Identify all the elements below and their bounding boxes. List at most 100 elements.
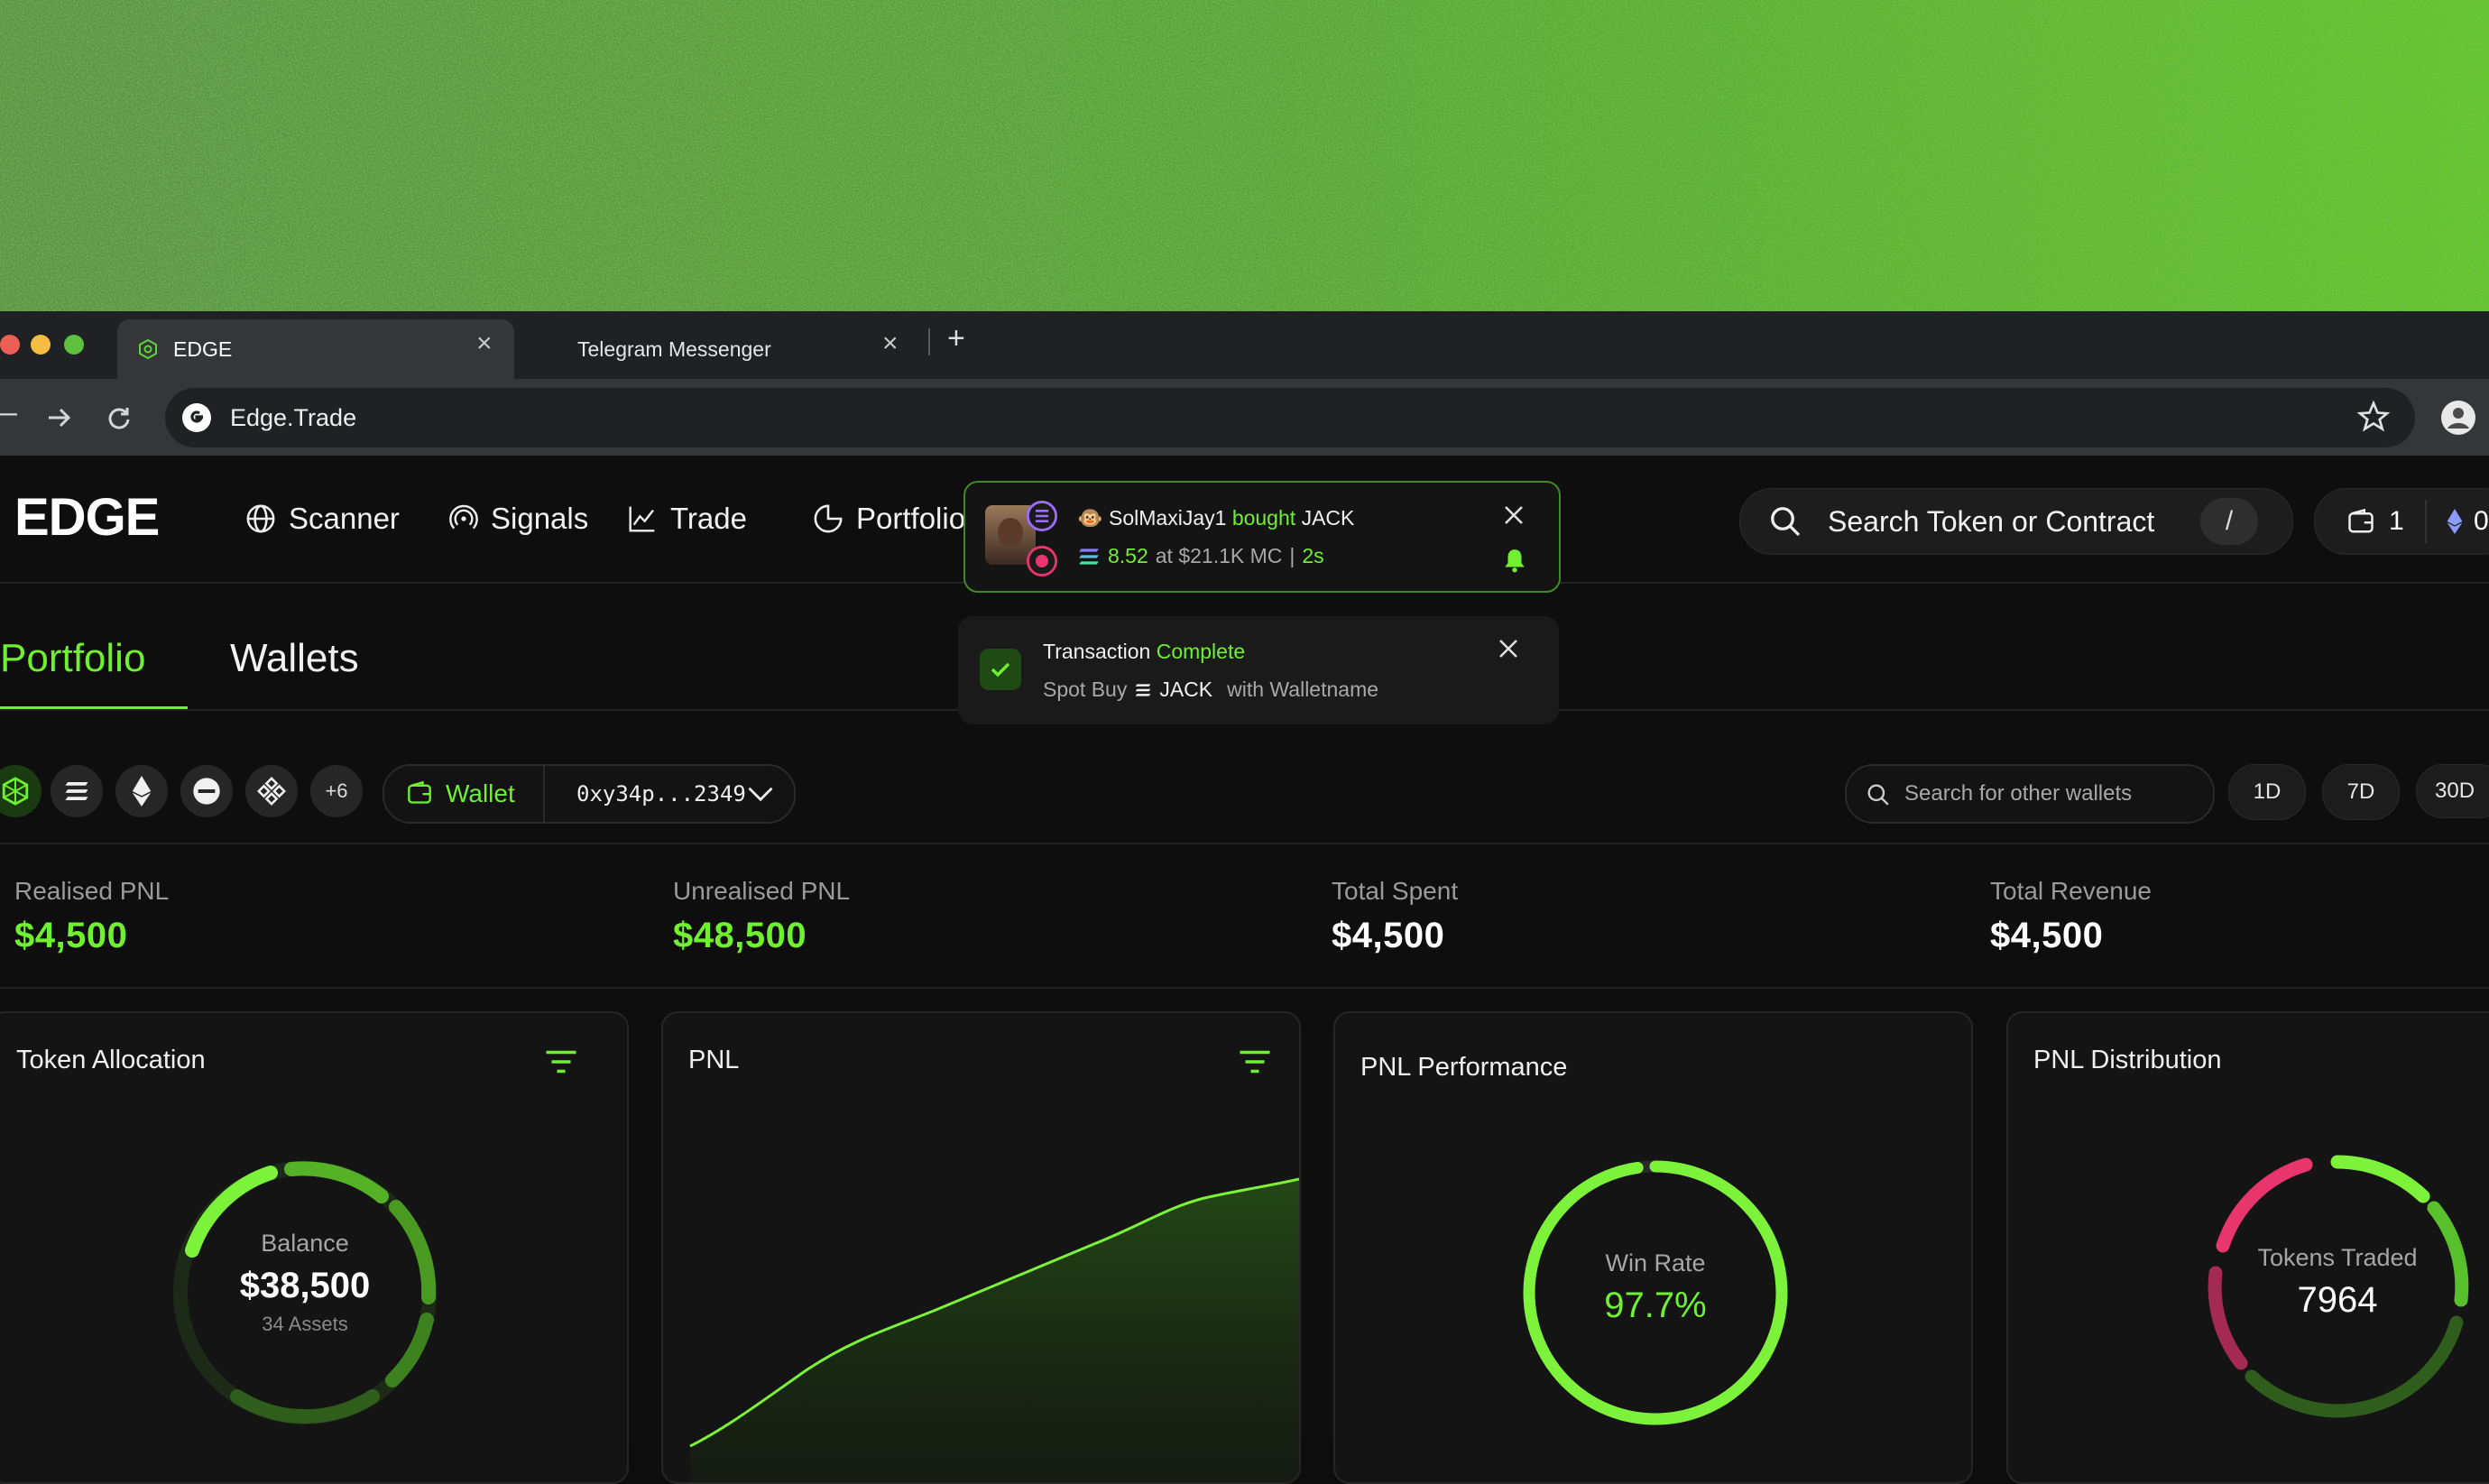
filters-divider	[0, 843, 2489, 844]
signal-icon	[449, 504, 478, 530]
success-check-icon	[980, 649, 1021, 690]
nav-scanner[interactable]: Scanner	[245, 496, 400, 541]
solana-icon	[1079, 548, 1099, 565]
nav-signals[interactable]: Signals	[449, 496, 588, 541]
reload-icon[interactable]	[106, 405, 132, 430]
stat-label-realised: Realised PNL	[14, 877, 170, 905]
timeframe-30d[interactable]: 30D	[2416, 764, 2489, 818]
token-search-input[interactable]: Search Token or Contract /	[1739, 488, 2293, 555]
logo[interactable]: EDGE	[14, 487, 160, 548]
stat-value-unrealised: $48,500	[673, 916, 807, 955]
pnl-area-chart	[689, 1177, 1299, 1482]
chain-filter-bnb[interactable]	[245, 765, 298, 817]
close-tab-icon[interactable]: ×	[476, 328, 493, 359]
transaction-title: Transaction Complete	[1043, 640, 1245, 664]
transaction-detail: Spot Buy JACK with Walletname	[1043, 677, 1378, 702]
bell-icon[interactable]	[1503, 548, 1526, 573]
trade-age: 2s	[1302, 544, 1324, 567]
card-pnl-distribution: PNL Distribution Tokens Traded 7964	[2006, 1011, 2489, 1484]
trade-token: JACK	[1301, 506, 1355, 530]
card-title: PNL Distribution	[2033, 1046, 2222, 1074]
donut-center-label: Tokens Traded	[2257, 1244, 2418, 1271]
tab-portfolio[interactable]: Portfolio	[0, 636, 145, 681]
close-window-button[interactable]	[0, 335, 20, 355]
stat-value-total-spent: $4,500	[1332, 916, 1445, 955]
stat-value-total-revenue: $4,500	[1990, 916, 2104, 955]
pump-badge-icon	[1027, 546, 1057, 576]
wallet-filter-label: Wallet	[446, 779, 515, 807]
wallet-filter[interactable]: Wallet 0xy34p...2349	[383, 764, 796, 824]
browser-tab-edge[interactable]: EDGE ×	[117, 319, 514, 379]
wallet-count: 1	[2389, 506, 2404, 536]
chain-filter-solana[interactable]	[51, 765, 103, 817]
transaction-token: JACK	[1159, 677, 1213, 701]
wallet-search-input[interactable]: Search for other wallets	[1845, 764, 2215, 824]
browser-tab-telegram[interactable]: Telegram Messenger ×	[532, 319, 911, 379]
timeframe-1d[interactable]: 1D	[2228, 764, 2306, 820]
chevron-down-icon	[748, 787, 773, 802]
solana-icon	[1136, 683, 1151, 696]
wallet-icon	[2348, 508, 2374, 533]
transaction-notification[interactable]: Transaction Complete Spot Buy JACK with …	[958, 616, 1559, 724]
transaction-status: Complete	[1156, 640, 1246, 663]
edge-icon	[2, 777, 29, 806]
minimize-window-button[interactable]	[31, 335, 51, 355]
solana-icon	[65, 782, 88, 800]
stat-label-total-spent: Total Spent	[1332, 877, 1459, 905]
transaction-type: Spot Buy	[1043, 677, 1128, 701]
chain-filter-minus[interactable]	[180, 765, 233, 817]
nav-label: Signals	[491, 502, 589, 535]
tab-title: Telegram Messenger	[577, 336, 771, 361]
portfolio-icon	[814, 504, 843, 533]
donut-center-value: 7964	[2297, 1280, 2378, 1320]
stat-label-unrealised: Unrealised PNL	[673, 877, 851, 905]
donut-center-label: Balance	[261, 1230, 349, 1257]
ring-center-value: 97.7%	[1604, 1286, 1707, 1325]
trade-chart-icon	[629, 506, 655, 532]
trade-notification[interactable]: 🐵 SolMaxiJay1 bought JACK 8.52 at $21.1K…	[963, 481, 1561, 593]
trade-mc: at $21.1K MC	[1155, 544, 1283, 567]
close-tab-icon[interactable]: ×	[882, 328, 899, 359]
card-title: Token Allocation	[16, 1046, 206, 1074]
filter-icon[interactable]	[545, 1049, 577, 1074]
transaction-title-prefix: Transaction	[1043, 640, 1151, 663]
forward-icon[interactable]	[47, 407, 72, 429]
close-icon[interactable]	[1503, 504, 1525, 526]
search-shortcut-badge: /	[2200, 498, 2258, 545]
card-token-allocation: Token Allocation Balance $38,500 34 Asse…	[0, 1011, 629, 1484]
wallet-selector[interactable]: 1 0	[2314, 488, 2489, 555]
new-tab-button[interactable]: +	[947, 321, 965, 356]
profile-avatar-icon[interactable]	[2440, 400, 2476, 436]
search-icon	[1867, 784, 1889, 806]
wallet-divider	[2425, 500, 2427, 543]
wallet-search-placeholder: Search for other wallets	[1904, 781, 2133, 806]
wallet-icon	[408, 780, 431, 804]
address-bar[interactable]: Edge.Trade	[165, 388, 2415, 447]
ethereum-icon	[132, 776, 152, 807]
transaction-wallet: with Walletname	[1227, 677, 1379, 701]
nav-portfolio[interactable]: Portfolio	[813, 496, 965, 541]
chain-filter-ethereum[interactable]	[115, 765, 168, 817]
card-pnl-performance: PNL Performance Win Rate 97.7%	[1333, 1011, 1973, 1484]
search-icon	[1771, 507, 1801, 537]
donut-center-sub: 34 Assets	[262, 1313, 348, 1335]
ethereum-icon	[2447, 509, 2463, 534]
bookmark-star-icon[interactable]	[2357, 401, 2390, 433]
globe-icon	[246, 504, 275, 533]
nav-label: Portfolio	[856, 502, 966, 535]
maximize-window-button[interactable]	[64, 335, 84, 355]
timeframe-7d[interactable]: 7D	[2322, 764, 2400, 820]
edge-favicon-icon	[139, 338, 157, 360]
nav-trade[interactable]: Trade	[627, 496, 747, 541]
trade-amount: 8.52	[1108, 544, 1148, 567]
nav-label: Trade	[670, 502, 747, 535]
stat-value-realised: $4,500	[14, 916, 128, 955]
more-chains-button[interactable]: +6	[310, 765, 363, 817]
tab-wallets[interactable]: Wallets	[230, 636, 359, 681]
trade-separator: |	[1289, 544, 1295, 567]
trade-title: 🐵 SolMaxiJay1 bought JACK	[1077, 506, 1354, 530]
nav-label: Scanner	[289, 502, 400, 535]
back-icon[interactable]: –	[0, 395, 17, 430]
close-icon[interactable]	[1498, 638, 1519, 659]
stats-divider	[0, 987, 2489, 989]
